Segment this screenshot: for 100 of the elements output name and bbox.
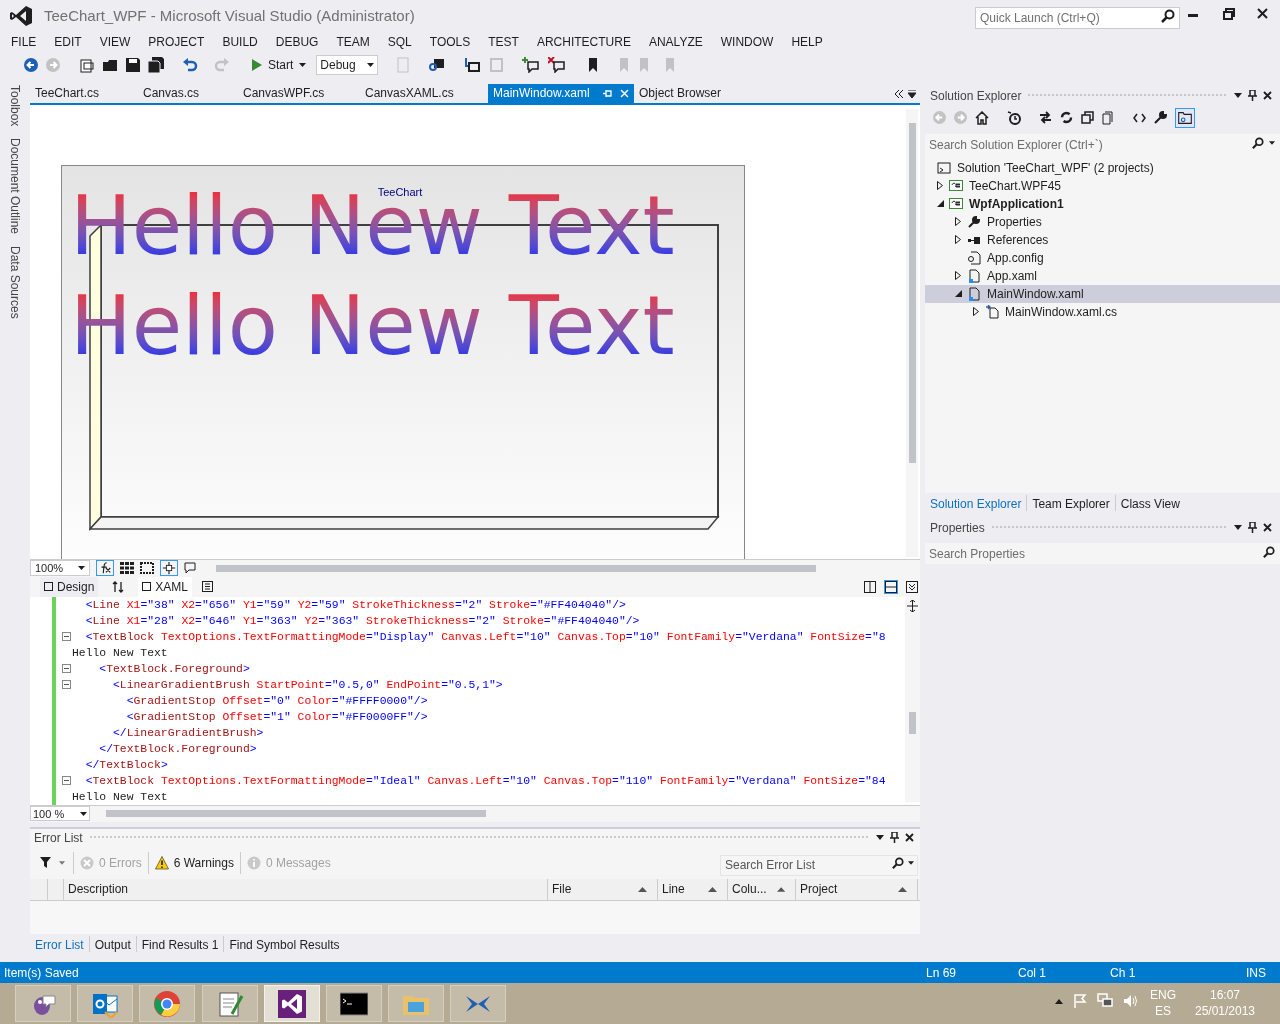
- menu-item[interactable]: FILE: [2, 32, 46, 51]
- split-vertical-icon[interactable]: [864, 580, 876, 593]
- comment-add-icon[interactable]: [522, 57, 541, 74]
- tree-item[interactable]: MainWindow.xaml.cs: [925, 302, 1280, 321]
- restore-icon[interactable]: [1223, 8, 1235, 20]
- tree-item[interactable]: TeeChart.WPF45: [925, 176, 1280, 195]
- panel-tab[interactable]: Class View: [1114, 494, 1185, 511]
- collapse-icon[interactable]: [61, 632, 71, 642]
- tree-item[interactable]: App.config: [925, 248, 1280, 267]
- panel-tab[interactable]: Find Results 1: [135, 935, 224, 952]
- collapse-pane-icon[interactable]: [906, 580, 918, 593]
- menu-item[interactable]: BUILD: [213, 32, 267, 51]
- comment-remove-icon[interactable]: [548, 57, 567, 74]
- save-icon[interactable]: [126, 58, 140, 73]
- menu-item[interactable]: ANALYZE: [639, 32, 712, 51]
- open-folder-icon[interactable]: [102, 57, 118, 74]
- document-icon[interactable]: [202, 581, 214, 593]
- dropdown-caret-icon[interactable]: [1234, 525, 1242, 531]
- tree-item[interactable]: Properties: [925, 212, 1280, 231]
- document-tab[interactable]: TeeChart.cs: [30, 83, 138, 103]
- taskbar-button[interactable]: [15, 985, 71, 1023]
- scrollbar-thumb[interactable]: [908, 122, 916, 463]
- panel-tab[interactable]: Team Explorer: [1026, 494, 1115, 511]
- quick-launch-field[interactable]: Quick Launch (Ctrl+Q): [975, 7, 1180, 29]
- pin-icon[interactable]: [1248, 90, 1257, 102]
- document-tab[interactable]: Object Browser: [634, 83, 734, 103]
- preview-icon[interactable]: [1175, 107, 1195, 128]
- scrollbar-thumb[interactable]: [216, 564, 816, 572]
- formula-icon[interactable]: [96, 560, 114, 577]
- expanded-arrow-icon[interactable]: [954, 290, 962, 298]
- tree-item[interactable]: MainWindow.xaml: [925, 284, 1280, 303]
- grid-icon[interactable]: [120, 562, 134, 575]
- back-icon[interactable]: [24, 58, 38, 73]
- close-icon[interactable]: [1257, 8, 1268, 19]
- dropdown-caret-icon[interactable]: [876, 835, 884, 841]
- collapsed-arrow-icon[interactable]: [937, 181, 943, 191]
- filter-icon[interactable]: [40, 857, 51, 869]
- scroll-tabs-icon[interactable]: [894, 89, 904, 98]
- panel-tab[interactable]: Output: [88, 935, 136, 952]
- view-tab[interactable]: Design: [40, 576, 99, 597]
- tree-item[interactable]: References: [925, 230, 1280, 249]
- swap-icon[interactable]: [112, 580, 125, 593]
- filter-toggle[interactable]: 6 Warnings: [147, 851, 240, 874]
- menu-item[interactable]: HELP: [782, 32, 832, 51]
- menu-item[interactable]: SQL: [378, 32, 421, 51]
- column-header[interactable]: Line: [658, 878, 728, 900]
- split-icon[interactable]: [907, 599, 918, 612]
- find-icon[interactable]: [428, 57, 447, 74]
- menu-item[interactable]: PROJECT: [139, 32, 214, 51]
- tree-item[interactable]: Solution 'TeeChart_WPF' (2 projects): [925, 158, 1280, 177]
- collapsed-arrow-icon[interactable]: [955, 271, 961, 281]
- document-tab[interactable]: CanvasWPF.cs: [238, 83, 360, 103]
- menu-item[interactable]: DEBUG: [266, 32, 328, 51]
- view-tab[interactable]: XAML: [138, 576, 193, 597]
- collapse-all-icon[interactable]: [1081, 111, 1094, 125]
- home-icon[interactable]: [975, 110, 989, 125]
- menu-item[interactable]: TEST: [479, 32, 528, 51]
- column-header[interactable]: Description: [64, 878, 548, 900]
- sync-icon[interactable]: [1039, 111, 1052, 125]
- tree-item[interactable]: App.xaml: [925, 266, 1280, 285]
- vertical-scrollbar[interactable]: [905, 596, 920, 802]
- search-field[interactable]: Search Solution Explorer (Ctrl+`): [925, 134, 1280, 156]
- expanded-arrow-icon[interactable]: [936, 200, 944, 208]
- code-zoom-dropdown[interactable]: 100 %: [30, 806, 90, 822]
- close-icon[interactable]: [1263, 91, 1272, 101]
- new-project-icon[interactable]: [78, 57, 94, 74]
- tree-item[interactable]: WpfApplication1: [925, 194, 1280, 213]
- network-icon[interactable]: [1097, 993, 1113, 1010]
- zoom-dropdown[interactable]: 100%: [30, 560, 90, 577]
- search-field[interactable]: Search Error List: [720, 854, 918, 876]
- dropdown-caret-icon[interactable]: [908, 89, 916, 98]
- close-icon[interactable]: [905, 833, 914, 843]
- document-tab[interactable]: CanvasXAML.cs: [360, 83, 488, 103]
- menu-item[interactable]: TOOLS: [420, 32, 480, 51]
- split-horizontal-icon[interactable]: [884, 579, 898, 594]
- refresh-icon[interactable]: [1060, 111, 1073, 125]
- menu-item[interactable]: WINDOW: [711, 32, 783, 51]
- vertical-scrollbar[interactable]: [906, 108, 918, 557]
- panel-tab[interactable]: Find Symbol Results: [223, 935, 345, 952]
- up-arrow-icon[interactable]: [1055, 998, 1063, 1004]
- pin-icon[interactable]: [1248, 522, 1257, 534]
- start-button[interactable]: Start: [250, 55, 309, 76]
- wrench-icon[interactable]: [1154, 111, 1167, 125]
- annotation-icon[interactable]: [184, 562, 196, 575]
- search-field[interactable]: Search Properties: [925, 543, 1280, 565]
- close-icon[interactable]: [1263, 523, 1272, 533]
- menu-item[interactable]: EDIT: [45, 32, 91, 51]
- bookmark-icon[interactable]: [588, 58, 599, 73]
- menu-item[interactable]: VIEW: [90, 32, 140, 51]
- side-tab[interactable]: Toolbox: [8, 84, 22, 127]
- scrollbar-thumb[interactable]: [106, 810, 486, 818]
- side-tab[interactable]: Data Sources: [8, 246, 22, 320]
- collapsed-arrow-icon[interactable]: [955, 217, 961, 227]
- collapse-icon[interactable]: [61, 664, 71, 674]
- collapsed-arrow-icon[interactable]: [973, 307, 979, 317]
- panel-tab[interactable]: Solution Explorer: [925, 494, 1027, 511]
- collapse-icon[interactable]: [61, 776, 71, 786]
- side-tab[interactable]: Document Outline: [8, 138, 22, 235]
- indent-icon[interactable]: [464, 58, 481, 73]
- dropdown-caret-icon[interactable]: [1234, 93, 1242, 99]
